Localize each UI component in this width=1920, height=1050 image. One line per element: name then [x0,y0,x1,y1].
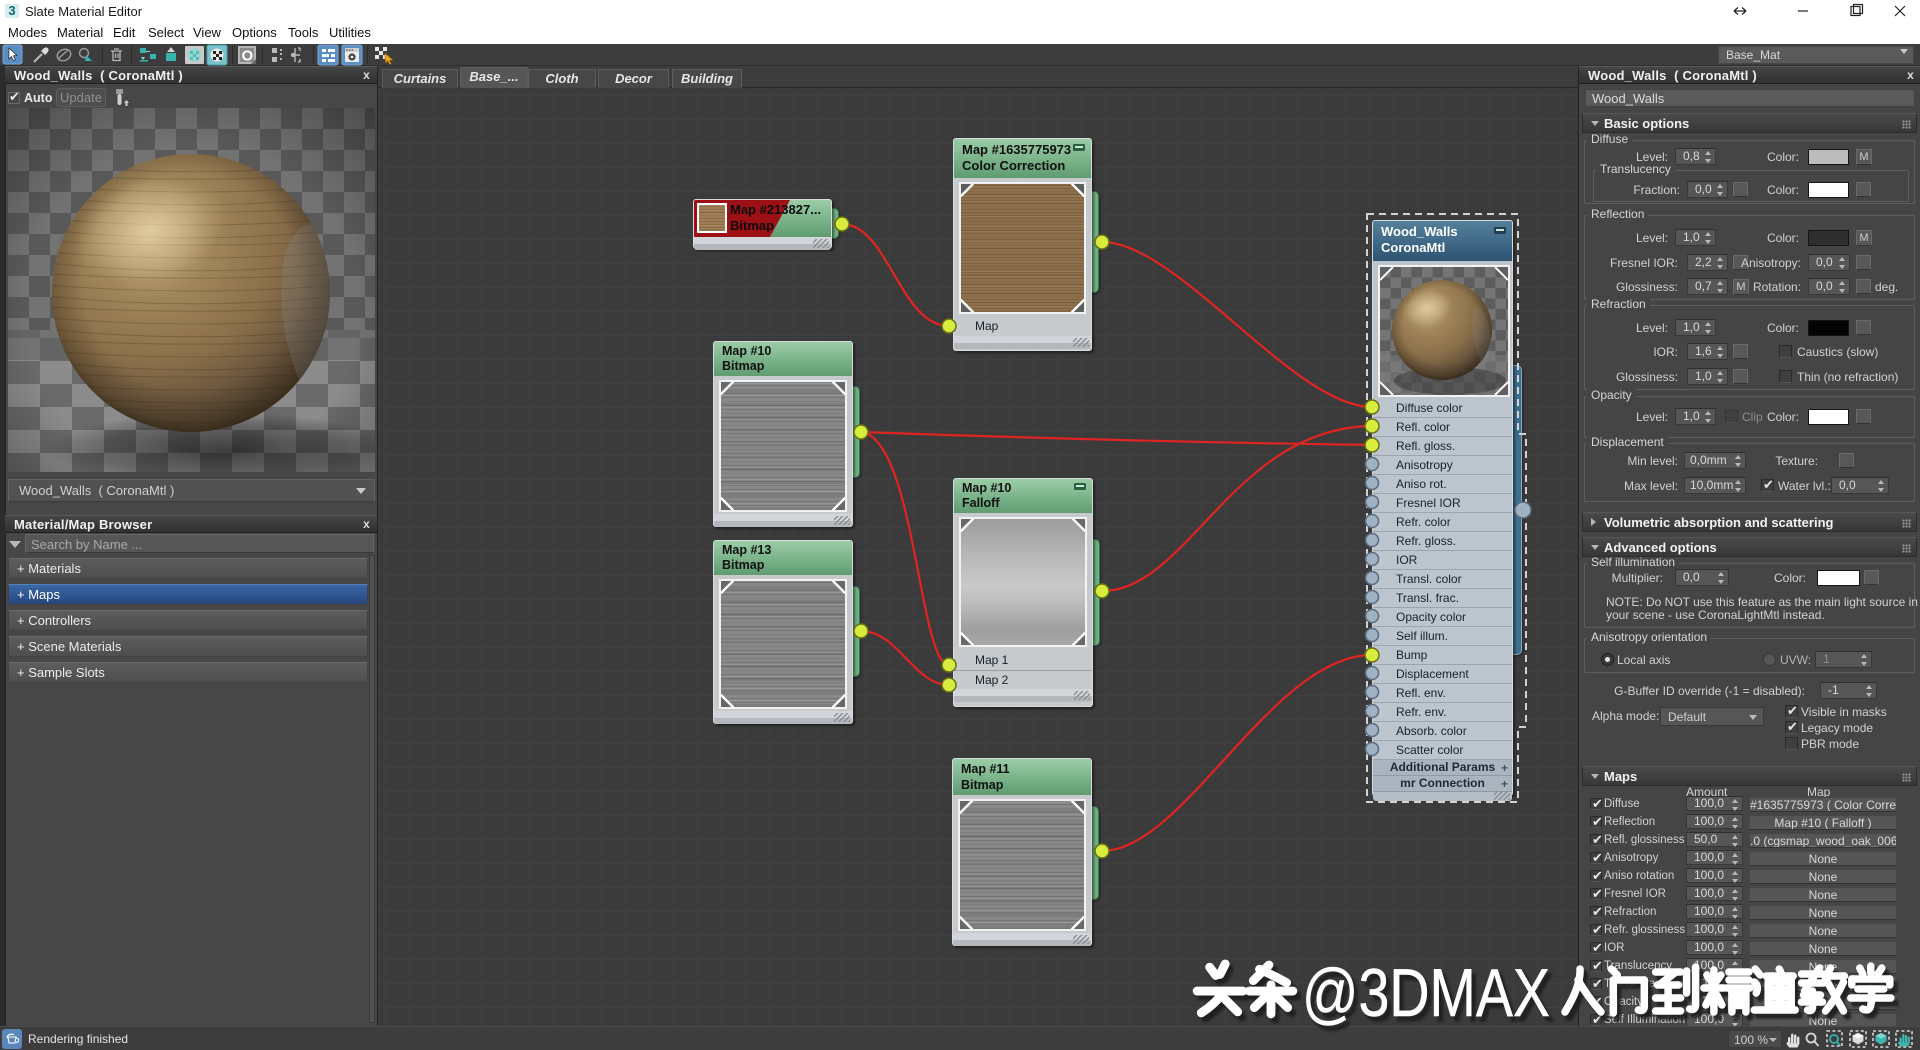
svg-text:O: O [242,48,254,65]
